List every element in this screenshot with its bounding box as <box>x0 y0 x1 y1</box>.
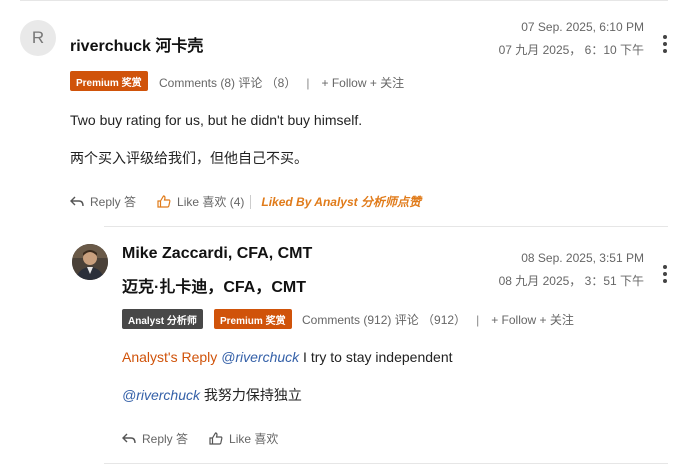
commenter-meta: Comments (8) 评论 （8） | + Follow + 关注 <box>159 74 404 91</box>
premium-badge: Premium 奖赏 <box>70 71 148 91</box>
comment-text-cn: 两个买入评级给我们，但他自己不买。 <box>70 150 308 166</box>
reply-text-en: Analyst's Reply @riverchuck I try to sta… <box>122 349 453 365</box>
bottom-divider <box>104 463 668 464</box>
reply-button[interactable]: Reply 答 <box>122 430 188 447</box>
comments-count-link[interactable]: Comments (8) 评论 （8） <box>159 74 296 91</box>
kebab-menu-icon[interactable] <box>662 265 668 283</box>
mention-link[interactable]: @riverchuck <box>221 349 299 365</box>
meta-separator: | <box>306 75 310 90</box>
thumbs-up-icon <box>209 432 223 445</box>
commenter-name-cn[interactable]: 迈克·扎卡迪，CFA，CMT <box>122 273 306 297</box>
analyst-reply-label: Analyst's Reply <box>122 349 218 365</box>
avatar[interactable] <box>72 244 108 280</box>
reply-text-cn: @riverchuck 我努力保持独立 <box>122 385 302 405</box>
reply-divider <box>104 226 668 227</box>
follow-button[interactable]: + Follow + 关注 <box>491 311 574 328</box>
top-divider <box>20 0 668 1</box>
like-button[interactable]: Like 喜欢 <box>209 430 278 447</box>
thumbs-up-icon <box>157 195 171 208</box>
comment-text-en: Two buy rating for us, but he didn't buy… <box>70 112 363 128</box>
liked-by-analyst-label: Liked By Analyst 分析师点赞 <box>261 195 421 209</box>
actions-divider <box>250 194 252 209</box>
comment-date-en: 08 Sep. 2025, 3:51 PM <box>521 251 644 265</box>
reply-body-cn: 我努力保持独立 <box>200 387 302 403</box>
like-button[interactable]: Like 喜欢 (4) <box>157 193 244 210</box>
comment-date-en: 07 Sep. 2025, 6:10 PM <box>521 20 644 34</box>
follow-button[interactable]: + Follow + 关注 <box>321 74 404 91</box>
avatar[interactable]: R <box>20 20 56 56</box>
kebab-menu-icon[interactable] <box>662 35 668 53</box>
like-label: Like 喜欢 (4) <box>177 195 245 209</box>
comment-date-cn: 07 九月 2025， 6：10 下午 <box>498 43 644 57</box>
mention-link[interactable]: @riverchuck <box>122 387 200 403</box>
analyst-badge: Analyst 分析师 <box>122 309 203 329</box>
commenter-meta: Comments (912) 评论 （912） | + Follow + 关注 <box>302 311 574 328</box>
comment-actions: Reply 答 Like 喜欢 (4) Liked By Analyst 分析师… <box>70 193 421 210</box>
reply-body-en: I try to stay independent <box>299 349 453 365</box>
reply-label: Reply 答 <box>142 432 189 446</box>
reply-label: Reply 答 <box>90 195 137 209</box>
comment-actions: Reply 答 Like 喜欢 <box>122 430 278 447</box>
reply-button[interactable]: Reply 答 <box>70 193 136 210</box>
comments-count-link[interactable]: Comments (912) 评论 （912） <box>302 311 466 328</box>
like-label: Like 喜欢 <box>229 432 279 446</box>
meta-separator: | <box>476 312 480 327</box>
premium-badge: Premium 奖赏 <box>214 309 292 329</box>
reply-arrow-icon <box>70 196 84 206</box>
commenter-name[interactable]: riverchuck 河卡壳 <box>70 32 203 56</box>
reply-arrow-icon <box>122 433 136 443</box>
commenter-name-en[interactable]: Mike Zaccardi, CFA, CMT <box>122 245 312 263</box>
comment-date-cn: 08 九月 2025， 3：51 下午 <box>498 274 644 288</box>
